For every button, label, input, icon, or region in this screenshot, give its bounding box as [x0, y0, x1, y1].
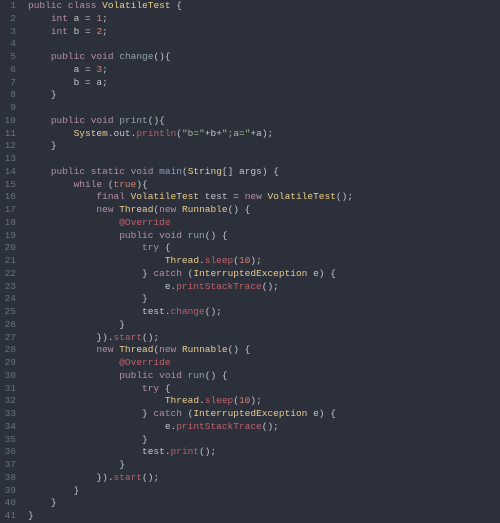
- class-name: VolatileTest: [102, 0, 170, 11]
- code-line: @Override: [28, 217, 500, 230]
- code-line: b = a;: [28, 77, 500, 90]
- line-number: 6: [0, 64, 16, 77]
- code-line: public static void main(String[] args) {: [28, 166, 500, 179]
- code-editor: public class VolatileTest { int a = 1; i…: [22, 0, 500, 523]
- code-line: }: [28, 510, 500, 523]
- method-change: change: [119, 51, 153, 62]
- method-main: main: [159, 166, 182, 177]
- code-line: System.out.println("b="+b+";a="+a);: [28, 128, 500, 141]
- line-number: 3: [0, 26, 16, 39]
- line-number: 30: [0, 370, 16, 383]
- line-number: 39: [0, 485, 16, 498]
- code-line: new Thread(new Runnable() {: [28, 344, 500, 357]
- code-line: public void run() {: [28, 370, 500, 383]
- line-number: 22: [0, 268, 16, 281]
- code-line: try {: [28, 383, 500, 396]
- line-number: 23: [0, 281, 16, 294]
- code-line: @Override: [28, 357, 500, 370]
- code-line: int a = 1;: [28, 13, 500, 26]
- line-number: 20: [0, 242, 16, 255]
- code-line: }).start();: [28, 472, 500, 485]
- code-line: a = 3;: [28, 64, 500, 77]
- line-number: 19: [0, 230, 16, 243]
- line-number: 14: [0, 166, 16, 179]
- code-line: int b = 2;: [28, 26, 500, 39]
- line-number: 16: [0, 191, 16, 204]
- line-number: 5: [0, 51, 16, 64]
- code-line: }: [28, 140, 500, 153]
- line-number: 1: [0, 0, 16, 13]
- line-number: 17: [0, 204, 16, 217]
- code-line: public void run() {: [28, 230, 500, 243]
- code-line: }: [28, 459, 500, 472]
- line-number: 28: [0, 344, 16, 357]
- code-line: public class VolatileTest {: [28, 0, 500, 13]
- method-print: print: [119, 115, 148, 126]
- line-number: 21: [0, 255, 16, 268]
- code-line: }: [28, 434, 500, 447]
- code-line: test.print();: [28, 446, 500, 459]
- code-line: } catch (InterruptedException e) {: [28, 408, 500, 421]
- code-line: }: [28, 319, 500, 332]
- line-number: 35: [0, 434, 16, 447]
- line-number: 24: [0, 293, 16, 306]
- line-number: 7: [0, 77, 16, 90]
- line-number: 26: [0, 319, 16, 332]
- code-line: [28, 38, 500, 51]
- code-line: test.change();: [28, 306, 500, 319]
- line-number-gutter: 1234567891011121314151617181920212223242…: [0, 0, 22, 523]
- line-number: 2: [0, 13, 16, 26]
- line-number: 25: [0, 306, 16, 319]
- code-line: public void change(){: [28, 51, 500, 64]
- code-line: }: [28, 497, 500, 510]
- keyword-class: class: [68, 0, 97, 11]
- code-line: e.printStackTrace();: [28, 421, 500, 434]
- line-number: 8: [0, 89, 16, 102]
- keyword-public: public: [28, 0, 62, 11]
- code-line: } catch (InterruptedException e) {: [28, 268, 500, 281]
- code-line: }: [28, 89, 500, 102]
- line-number: 4: [0, 38, 16, 51]
- line-number: 38: [0, 472, 16, 485]
- line-number: 9: [0, 102, 16, 115]
- line-number: 33: [0, 408, 16, 421]
- line-number: 29: [0, 357, 16, 370]
- code-line: }: [28, 485, 500, 498]
- code-line: [28, 153, 500, 166]
- line-number: 27: [0, 332, 16, 345]
- code-line: }: [28, 293, 500, 306]
- line-number: 36: [0, 446, 16, 459]
- line-number: 37: [0, 459, 16, 472]
- code-line: Thread.sleep(10);: [28, 255, 500, 268]
- code-line: try {: [28, 242, 500, 255]
- line-number: 11: [0, 128, 16, 141]
- code-line: Thread.sleep(10);: [28, 395, 500, 408]
- line-number: 12: [0, 140, 16, 153]
- code-line: final VolatileTest test = new VolatileTe…: [28, 191, 500, 204]
- annotation-override: @Override: [119, 217, 170, 228]
- line-number: 40: [0, 497, 16, 510]
- line-number: 31: [0, 383, 16, 396]
- line-number: 13: [0, 153, 16, 166]
- line-number: 41: [0, 510, 16, 523]
- line-number: 15: [0, 179, 16, 192]
- code-line: }).start();: [28, 332, 500, 345]
- line-number: 18: [0, 217, 16, 230]
- code-line: new Thread(new Runnable() {: [28, 204, 500, 217]
- line-number: 10: [0, 115, 16, 128]
- line-number: 32: [0, 395, 16, 408]
- line-number: 34: [0, 421, 16, 434]
- code-line: [28, 102, 500, 115]
- code-line: while (true){: [28, 179, 500, 192]
- code-line: public void print(){: [28, 115, 500, 128]
- code-line: e.printStackTrace();: [28, 281, 500, 294]
